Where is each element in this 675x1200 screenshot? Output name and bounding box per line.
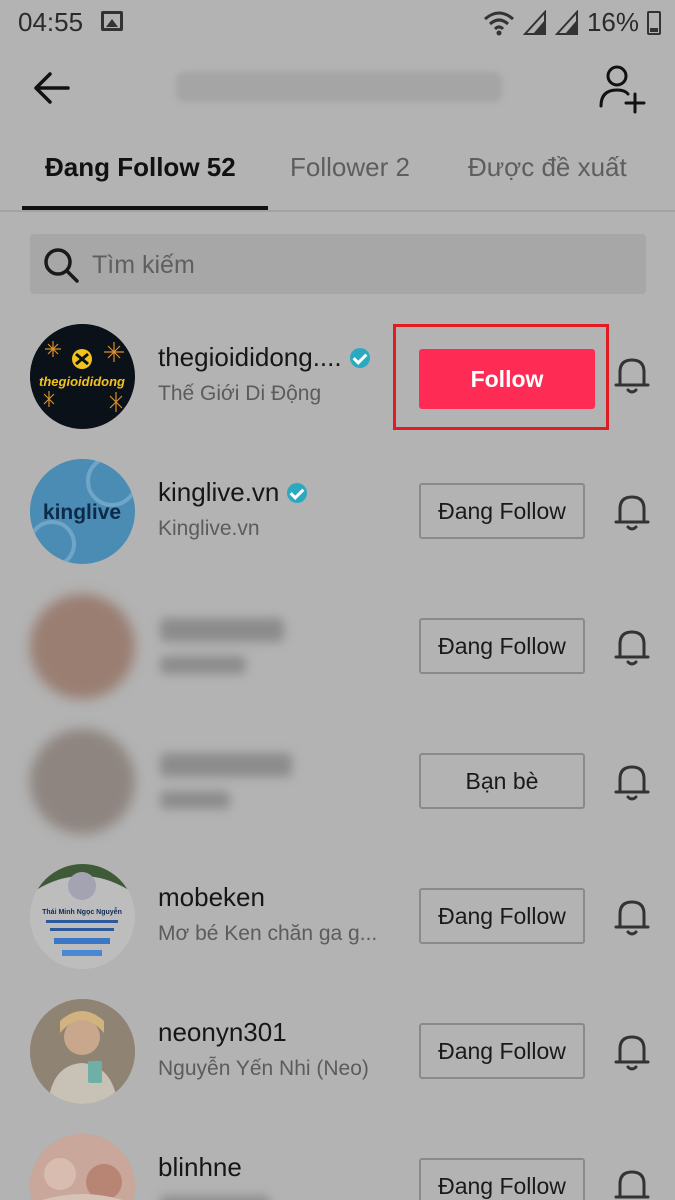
bell-icon[interactable] xyxy=(610,352,654,396)
status-time: 04:55 xyxy=(18,7,84,37)
bell-icon[interactable] xyxy=(610,1164,654,1200)
status-indicators: 16% xyxy=(483,7,661,38)
tab-following[interactable]: Đang Follow 52 xyxy=(45,152,236,183)
avatar-kinglive-logo: kinglive xyxy=(30,459,135,564)
name-line: neonyn301 xyxy=(158,1017,287,1048)
avatar-mobeken-image: Thái Minh Ngọc Nguyễn xyxy=(30,864,135,969)
bell-icon[interactable] xyxy=(610,1029,654,1073)
tab-bar: Đang Follow 52 Follower 2 Được đề xuất xyxy=(0,138,675,212)
search-input[interactable]: Tìm kiếm xyxy=(30,234,646,294)
following-button[interactable]: Đang Follow xyxy=(419,1158,585,1200)
header xyxy=(0,52,675,128)
display-name: Kinglive.vn xyxy=(158,517,260,540)
list-item[interactable]: thegioididong thegioididong.... Thế Giới… xyxy=(0,324,675,459)
avatar[interactable] xyxy=(30,729,135,834)
battery-icon xyxy=(647,10,661,35)
svg-text:Thái Minh Ngọc Nguyễn: Thái Minh Ngọc Nguyễn xyxy=(42,907,122,916)
username-blurred xyxy=(160,618,284,642)
following-button[interactable]: Đang Follow xyxy=(419,1023,585,1079)
list-item[interactable]: Thái Minh Ngọc Nguyễn mobeken Mơ bé Ken … xyxy=(0,864,675,999)
search-icon xyxy=(44,248,79,283)
name-line: thegioididong.... xyxy=(158,342,370,373)
username[interactable]: neonyn301 xyxy=(158,1017,287,1048)
name-line: mobeken xyxy=(158,882,265,913)
avatar[interactable] xyxy=(30,594,135,699)
signal-icon-2 xyxy=(554,9,578,35)
active-tab-indicator xyxy=(22,206,268,210)
list-item[interactable]: neonyn301 Nguyễn Yến Nhi (Neo) Đang Foll… xyxy=(0,999,675,1134)
username[interactable]: mobeken xyxy=(158,882,265,913)
display-name-blurred xyxy=(160,1196,270,1200)
following-button[interactable]: Đang Follow xyxy=(419,483,585,539)
avatar[interactable]: kinglive xyxy=(30,459,135,564)
verified-badge-icon xyxy=(287,482,308,503)
list-item[interactable]: Đang Follow xyxy=(0,594,675,729)
avatar[interactable]: Thái Minh Ngọc Nguyễn xyxy=(30,864,135,969)
username-blurred xyxy=(160,753,292,777)
status-bar: 04:55 16% xyxy=(0,0,675,48)
list-item[interactable]: kinglive kinglive.vn Kinglive.vn Đang Fo… xyxy=(0,459,675,594)
battery-percent: 16% xyxy=(586,7,639,37)
following-button[interactable]: Đang Follow xyxy=(419,888,585,944)
username[interactable]: thegioididong.... xyxy=(158,342,342,373)
verified-badge-icon xyxy=(349,347,370,368)
gallery-notification-icon xyxy=(101,11,123,31)
display-name-blurred xyxy=(160,656,246,674)
follow-button[interactable]: Follow xyxy=(419,349,595,409)
bell-icon[interactable] xyxy=(610,894,654,938)
username[interactable]: kinglive.vn xyxy=(158,477,279,508)
wifi-icon xyxy=(483,11,514,35)
avatar[interactable] xyxy=(30,1134,135,1200)
avatar-thegioididong-logo: thegioididong xyxy=(30,324,134,428)
list-item[interactable]: Bạn bè xyxy=(0,729,675,864)
friends-button[interactable]: Bạn bè xyxy=(419,753,585,809)
display-name: Thế Giới Di Động xyxy=(158,382,322,405)
add-user-icon[interactable] xyxy=(597,62,649,114)
list-item[interactable]: blinhne Đang Follow xyxy=(0,1134,675,1200)
name-line: kinglive.vn xyxy=(158,477,308,508)
bell-icon[interactable] xyxy=(610,489,654,533)
bell-icon[interactable] xyxy=(610,759,654,803)
bell-icon[interactable] xyxy=(610,624,654,668)
username[interactable]: blinhne xyxy=(158,1152,242,1183)
avatar[interactable]: thegioididong xyxy=(30,324,135,429)
display-name: Nguyễn Yến Nhi (Neo) xyxy=(158,1057,369,1080)
signal-icon-1 xyxy=(522,9,546,35)
search-placeholder: Tìm kiếm xyxy=(92,251,195,279)
avatar-blinhne-photo xyxy=(30,1134,135,1200)
display-name-blurred xyxy=(160,791,230,809)
svg-text:thegioididong: thegioididong xyxy=(39,374,125,389)
following-button[interactable]: Đang Follow xyxy=(419,618,585,674)
svg-text:kinglive: kinglive xyxy=(43,501,121,524)
page-title-blurred xyxy=(176,72,502,102)
avatar-neonyn-photo xyxy=(30,999,135,1104)
back-arrow-icon[interactable] xyxy=(28,64,76,112)
display-name: Mơ bé Ken chăn ga g... xyxy=(158,922,378,945)
tab-followers[interactable]: Follower 2 xyxy=(290,152,410,183)
tab-suggested[interactable]: Được đề xuất xyxy=(468,152,627,183)
avatar[interactable] xyxy=(30,999,135,1104)
name-line: blinhne xyxy=(158,1152,242,1183)
